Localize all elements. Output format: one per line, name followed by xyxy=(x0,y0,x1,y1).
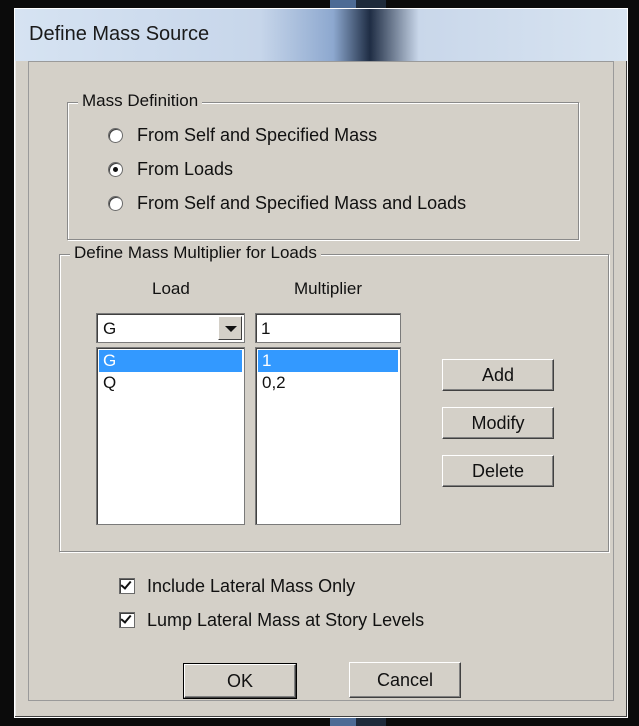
load-list[interactable]: G Q xyxy=(96,347,245,525)
delete-button[interactable]: Delete xyxy=(442,455,554,487)
radio-from-loads[interactable]: From Loads xyxy=(108,157,233,181)
mass-definition-group: Mass Definition From Self and Specified … xyxy=(67,91,579,240)
modify-button[interactable]: Modify xyxy=(442,407,554,439)
list-item[interactable]: Q xyxy=(99,372,242,394)
add-button[interactable]: Add xyxy=(442,359,554,391)
radio-from-self-specified-mass-and-loads[interactable]: From Self and Specified Mass and Loads xyxy=(108,191,466,215)
checkbox-label: Include Lateral Mass Only xyxy=(147,575,356,596)
ok-button[interactable]: OK xyxy=(183,663,297,699)
radio-from-self-specified-mass[interactable]: From Self and Specified Mass xyxy=(108,123,377,147)
lump-lateral-mass-option[interactable]: Lump Lateral Mass at Story Levels xyxy=(119,608,424,632)
checkbox-checked[interactable] xyxy=(119,612,135,628)
checkbox-label: Lump Lateral Mass at Story Levels xyxy=(147,609,425,630)
radio-label: From Self and Specified Mass and Loads xyxy=(137,192,467,213)
radio-label: From Loads xyxy=(137,158,234,179)
checkbox-checked[interactable] xyxy=(119,578,135,594)
radio-button[interactable] xyxy=(108,195,123,211)
define-mass-source-dialog: Define Mass Source Mass Definition From … xyxy=(14,8,628,718)
multiplier-input[interactable]: 1 xyxy=(255,313,401,343)
radio-button[interactable] xyxy=(108,127,123,143)
chevron-down-icon[interactable] xyxy=(218,316,242,340)
include-lateral-mass-only-option[interactable]: Include Lateral Mass Only xyxy=(119,574,355,598)
cancel-button[interactable]: Cancel xyxy=(349,662,461,698)
load-combo[interactable]: G xyxy=(96,313,245,343)
mass-definition-label: Mass Definition xyxy=(78,91,203,111)
multiplier-column-header: Multiplier xyxy=(294,279,363,298)
multiplier-list[interactable]: 1 0,2 xyxy=(255,347,401,525)
load-combo-value: G xyxy=(103,319,117,338)
title-bar[interactable]: Define Mass Source xyxy=(15,9,627,61)
list-item[interactable]: G xyxy=(99,350,242,372)
mass-multiplier-group: Define Mass Multiplier for Loads Load Mu… xyxy=(59,243,609,552)
radio-label: From Self and Specified Mass xyxy=(137,124,378,145)
load-column-header: Load xyxy=(152,279,190,298)
window-title: Define Mass Source xyxy=(29,23,210,45)
list-item[interactable]: 1 xyxy=(258,350,398,372)
radio-button-selected[interactable] xyxy=(108,161,123,177)
multiplier-input-value: 1 xyxy=(261,319,271,338)
dialog-body: Mass Definition From Self and Specified … xyxy=(28,61,614,701)
list-item[interactable]: 0,2 xyxy=(258,372,398,394)
mass-multiplier-label: Define Mass Multiplier for Loads xyxy=(70,243,321,263)
